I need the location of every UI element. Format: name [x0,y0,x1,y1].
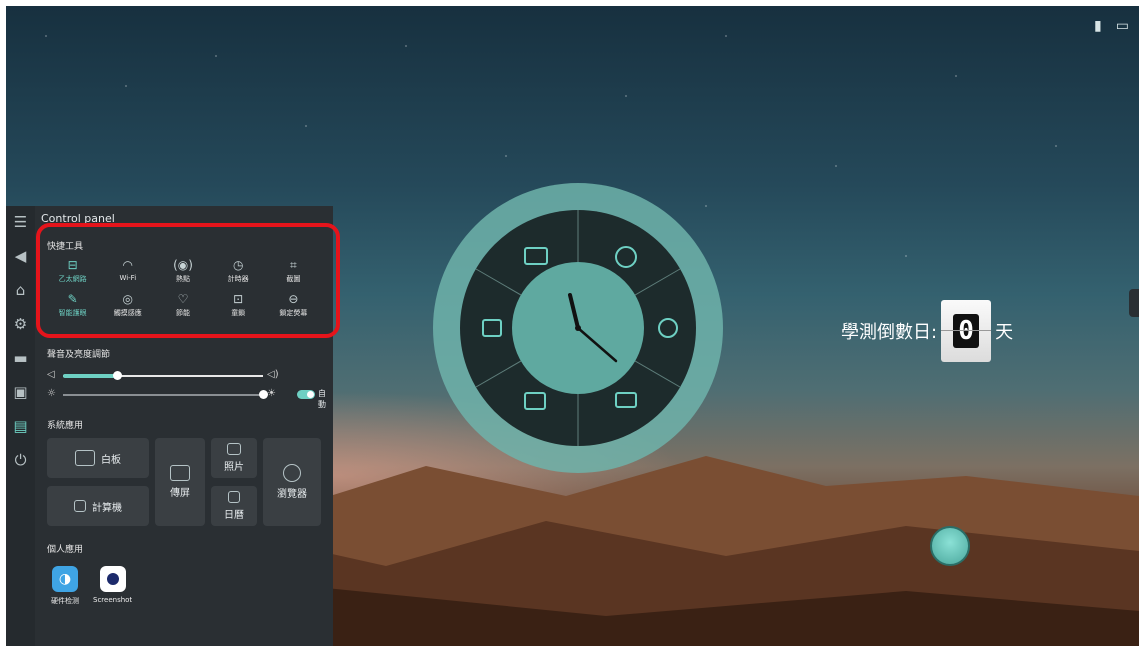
countdown-value: 0 [953,314,979,348]
personal-apps-label: 個人應用 [47,545,84,555]
floating-assist-button[interactable] [930,526,970,566]
system-apps-label: 系統應用 [47,421,84,431]
browser-tile[interactable]: 瀏覽器 [263,438,321,526]
settings-icon[interactable]: ⚙ [11,314,31,334]
screenshot-app[interactable]: Screenshot [93,566,132,604]
volume-high-icon: ◁) [267,369,279,380]
auto-label: 自動 [318,389,326,409]
brightness-low-icon: ☼ [47,388,56,399]
quick-tools-highlight [36,223,340,338]
calendar-icon [228,491,240,503]
volume-knob[interactable] [113,371,122,380]
brightness-slider[interactable]: ☼ ☀ 自動 [47,388,327,409]
exam-countdown: 學測倒數日: 0 天 [841,300,1013,362]
back-icon[interactable]: ◀ [11,246,31,266]
photos-tile[interactable]: 照片 [211,438,257,478]
calculator-icon [74,500,86,512]
hardware-test-icon: ◑ [52,566,78,592]
photos-icon [227,443,241,455]
control-panel-icon[interactable]: ▤ [11,416,31,436]
screenshot-icon [99,566,126,592]
power-icon[interactable]: ⏻ [11,450,31,470]
clock-center [575,325,581,331]
whiteboard-icon [75,450,95,466]
desktop: ▮ ▭ ☰ ◀ ⌂ ⚙ ▬ ▣ ▤ ⏻ Control panel 快捷工具 ⊟… [6,6,1139,646]
screen-share-tile[interactable]: 傳屏 [155,438,205,526]
folder-icon[interactable]: ▬ [11,348,31,368]
display-icon[interactable]: ▭ [1116,18,1129,34]
status-icons: ▮ ▭ [1094,18,1129,34]
brightness-high-icon: ☀ [267,388,276,399]
left-dock: ☰ ◀ ⌂ ⚙ ▬ ▣ ▤ ⏻ [6,206,35,646]
volume-slider[interactable]: ◁ ◁) [47,369,327,383]
calendar-tile[interactable]: 日曆 [211,486,257,526]
volume-low-icon: ◁ [47,369,55,380]
countdown-flip-card: 0 [941,300,992,362]
whiteboard-tile[interactable]: 白板 [47,438,149,478]
usb-icon[interactable]: ▮ [1094,18,1102,34]
volume-fill [63,374,117,378]
hardware-test-app[interactable]: ◑ 硬件检测 [51,566,79,606]
countdown-unit: 天 [995,322,1014,343]
side-panel-tab[interactable] [1129,289,1139,317]
sound-brightness-label: 聲音及亮度調節 [47,350,111,360]
auto-brightness-toggle[interactable] [297,390,315,399]
brightness-track [63,394,263,396]
menu-icon[interactable]: ☰ [11,212,31,232]
countdown-label: 學測倒數日: [841,322,938,343]
home-icon[interactable]: ⌂ [11,280,31,300]
window-icon[interactable]: ▣ [11,382,31,402]
launcher-wheel [433,183,723,473]
calculator-tile[interactable]: 計算機 [47,486,149,526]
screen-share-icon [170,465,190,481]
browser-icon [283,464,301,482]
